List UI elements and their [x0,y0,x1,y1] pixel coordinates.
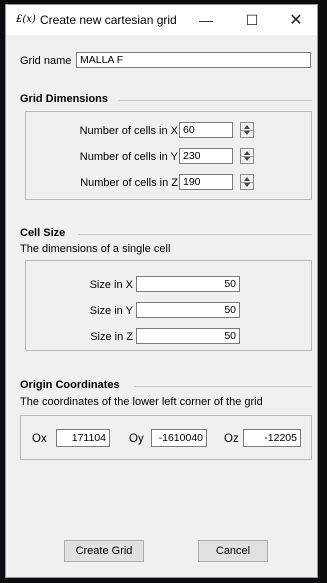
title-bar[interactable]: £(x) Create new cartesian grid — ☐ ✕ [6,5,317,35]
size-z-input[interactable]: 50 [136,328,240,344]
oy-input[interactable]: -1610040 [151,429,207,447]
dialog-window: £(x) Create new cartesian grid — ☐ ✕ Gri… [5,4,318,578]
maximize-icon: ☐ [245,11,259,28]
cell-size-heading: Cell Size [20,227,66,239]
maximize-button[interactable]: ☐ [230,5,274,35]
cells-x-label: Number of cells in X [79,125,178,137]
cells-z-input[interactable]: 190 [179,174,233,190]
cell-size-description: The dimensions of a single cell [20,243,171,255]
size-y-input[interactable]: 50 [136,302,240,318]
cell-size-divider [78,234,312,235]
grid-name-input[interactable]: MALLA F [76,52,311,68]
ox-label: Ox [32,433,47,445]
size-x-input[interactable]: 50 [136,276,240,292]
app-icon: £(x) [16,14,36,25]
grid-name-label: Grid name [20,55,72,67]
origin-divider [134,386,312,387]
minimize-icon: — [199,12,213,28]
oy-label: Oy [129,433,144,445]
cells-x-input[interactable]: 60 [179,122,233,138]
oz-label: Oz [224,433,239,445]
close-icon: ✕ [289,12,303,29]
grid-dimensions-heading: Grid Dimensions [20,93,109,105]
cells-x-spinner[interactable] [240,122,254,138]
close-button[interactable]: ✕ [274,5,318,35]
cells-y-spinner[interactable] [240,148,254,164]
origin-heading: Origin Coordinates [20,379,120,391]
size-y-label: Size in Y [89,305,133,317]
origin-description: The coordinates of the lower left corner… [20,396,263,408]
cells-z-label: Number of cells in Z [80,177,178,189]
cells-y-input[interactable]: 230 [179,148,233,164]
ox-input[interactable]: 171104 [56,429,110,447]
grid-dimensions-divider [118,100,312,101]
size-z-label: Size in Z [90,331,133,343]
minimize-button[interactable]: — [184,5,228,35]
cells-z-spinner[interactable] [240,174,254,190]
cells-y-label: Number of cells in Y [79,151,178,163]
size-x-label: Size in X [89,279,133,291]
oz-input[interactable]: -12205 [243,429,301,447]
cancel-button[interactable]: Cancel [198,540,268,562]
create-grid-button[interactable]: Create Grid [64,540,144,562]
window-title: Create new cartesian grid [40,13,177,27]
